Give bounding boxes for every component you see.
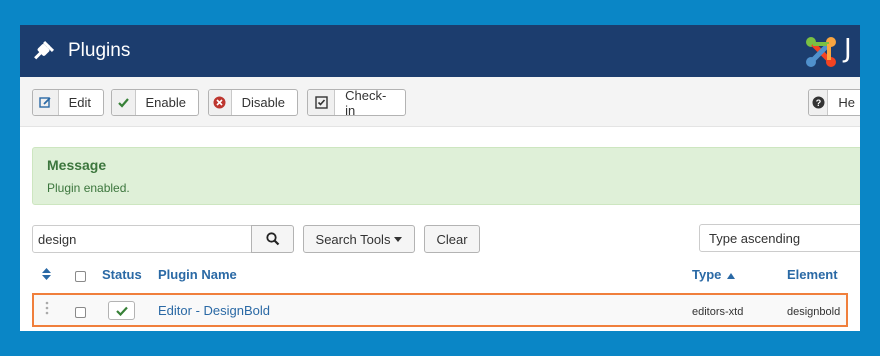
sort-asc-icon xyxy=(727,273,736,279)
svg-text:?: ? xyxy=(815,98,821,108)
plug-icon xyxy=(34,40,55,60)
checkin-button-label: Check-in xyxy=(345,87,387,118)
chevron-down-icon xyxy=(394,236,403,242)
help-icon: ? xyxy=(809,90,829,115)
plugin-name-link[interactable]: Editor - DesignBold xyxy=(158,303,270,318)
edit-button[interactable]: Edit xyxy=(32,89,104,116)
search-icon xyxy=(265,232,279,246)
clear-button[interactable]: Clear xyxy=(424,225,480,253)
disable-button-label: Disable xyxy=(241,95,285,110)
check-icon xyxy=(112,90,136,115)
search-tools-label: Search Tools xyxy=(315,231,391,247)
toolbar: Edit Enable Disable Check-in ? He xyxy=(20,77,860,127)
page-title: Plugins xyxy=(68,40,131,61)
edit-icon xyxy=(33,90,59,115)
message-heading: Message xyxy=(47,157,107,173)
help-button-label: He xyxy=(838,95,855,110)
logo-text: J xyxy=(844,34,852,64)
help-button[interactable]: ? He xyxy=(808,89,860,116)
status-column-header[interactable]: Status xyxy=(102,267,142,282)
type-column-header[interactable]: Type xyxy=(692,267,736,282)
disable-button[interactable]: Disable xyxy=(208,89,298,116)
name-column-header[interactable]: Plugin Name xyxy=(158,267,237,282)
status-toggle-button[interactable] xyxy=(108,301,135,320)
row-checkbox[interactable] xyxy=(75,307,86,318)
element-column-header[interactable]: Element xyxy=(787,267,838,282)
ordering-select[interactable]: Type ascending xyxy=(699,224,860,252)
search-tools-button[interactable]: Search Tools xyxy=(303,225,415,253)
plugins-window: Plugins J Edit Enable Disable Check-in ?… xyxy=(20,25,860,331)
type-column-label: Type xyxy=(692,267,722,282)
search-input[interactable]: design xyxy=(32,225,252,253)
disable-icon xyxy=(209,90,232,115)
plugin-element: designbold xyxy=(787,306,841,318)
page-header: Plugins J xyxy=(20,25,860,77)
joomla-logo xyxy=(806,37,836,67)
search-button[interactable] xyxy=(251,225,294,253)
enable-button-label: Enable xyxy=(145,95,186,110)
drag-handle-icon[interactable] xyxy=(45,301,49,315)
clear-label: Clear xyxy=(436,231,468,247)
checkin-button[interactable]: Check-in xyxy=(307,87,406,118)
select-all-checkbox[interactable] xyxy=(75,271,86,282)
enable-button[interactable]: Enable xyxy=(111,89,199,116)
message-text: Plugin enabled. xyxy=(47,181,130,195)
table-header: Status Plugin Name Type Element xyxy=(20,259,860,289)
plugin-type: editors-xtd xyxy=(692,306,744,318)
message-alert: Message Plugin enabled. xyxy=(32,147,860,205)
edit-button-label: Edit xyxy=(68,95,91,110)
table-row: Editor - DesignBold editors-xtd designbo… xyxy=(32,293,848,327)
checkin-icon xyxy=(308,90,336,115)
check-icon xyxy=(115,306,128,316)
sort-icon[interactable] xyxy=(42,268,51,280)
